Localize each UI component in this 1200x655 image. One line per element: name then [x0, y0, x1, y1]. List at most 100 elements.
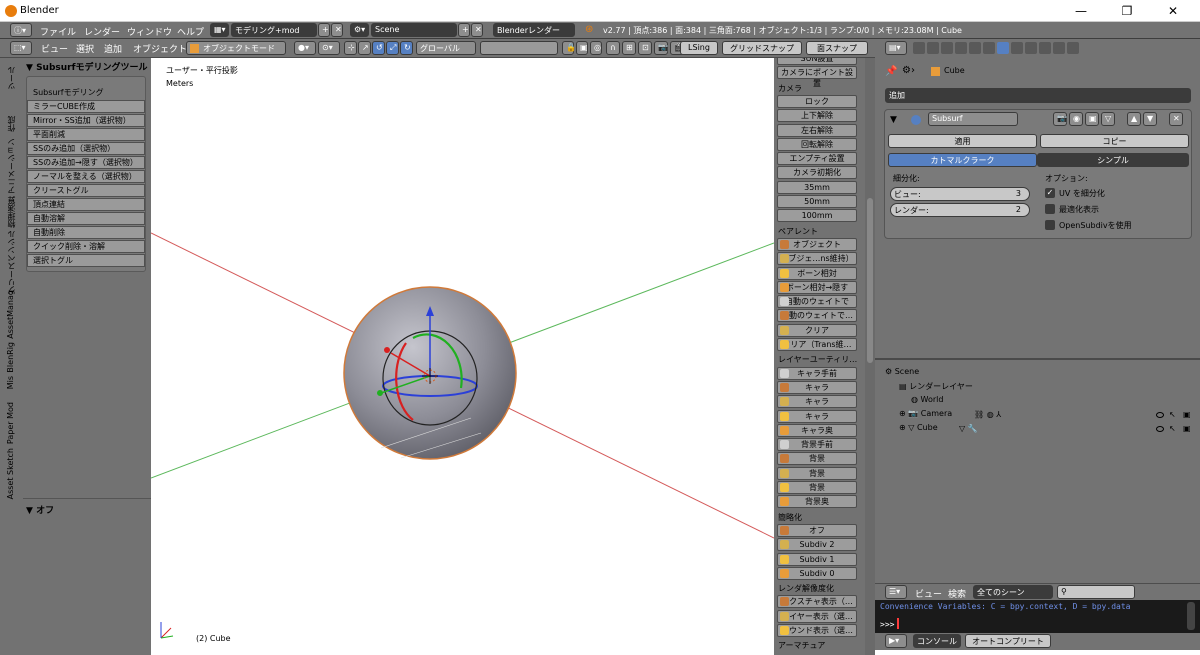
custom-tool-button[interactable]: 背景	[777, 481, 857, 494]
tool-button[interactable]: ミラーCUBE作成	[27, 100, 145, 113]
editor-type-outliner-icon[interactable]: ☰▾	[885, 585, 907, 599]
editor-type-properties-icon[interactable]: ▤▾	[885, 41, 907, 55]
grid-snap-button[interactable]: グリッドスナップ	[722, 41, 802, 55]
uv-subdivide-checkbox[interactable]: ✓	[1045, 188, 1055, 198]
3d-viewport[interactable]: ユーザー・平行投影 Meters (2) Cube	[151, 58, 774, 655]
editmode-toggle-icon[interactable]: ▣	[1085, 112, 1099, 126]
visibility-eye-icon[interactable]	[1156, 426, 1164, 432]
render-camera-icon[interactable]: ▣	[1183, 424, 1191, 433]
custom-tool-button[interactable]: カメラ初期化	[777, 166, 857, 180]
panel-scrollbar[interactable]	[865, 58, 875, 655]
python-console[interactable]: Convenience Variables: C = bpy.context, …	[875, 600, 1200, 633]
outliner-row-renderlayer[interactable]: ▤ レンダーレイヤー	[899, 381, 973, 395]
custom-tool-button[interactable]: 自動のウェイトで	[777, 295, 857, 309]
particles-tab-icon[interactable]	[1053, 42, 1065, 54]
editor-type-3dview-icon[interactable]: ⬚▾	[10, 41, 32, 55]
scrollbar-thumb[interactable]	[867, 198, 873, 363]
editor-type-info-icon[interactable]: ⓘ▾	[10, 23, 32, 37]
outliner-row-scene[interactable]: ⚙ Scene	[885, 367, 919, 381]
maximize-button[interactable]: ❐	[1104, 2, 1150, 20]
optimal-display-checkbox[interactable]	[1045, 204, 1055, 214]
custom-tool-button[interactable]: ワイヤー表示（選…	[777, 609, 857, 623]
tool-button[interactable]: クイック削除・溶解	[27, 240, 145, 253]
panel-section-header[interactable]: レイヤーユーティリ…	[778, 354, 857, 365]
custom-tool-button[interactable]: SUN設置	[777, 58, 857, 65]
panel-section-header[interactable]: カメラ	[778, 83, 802, 94]
custom-tool-button[interactable]: キャラ	[777, 409, 857, 423]
remove-modifier-icon[interactable]: ✕	[1169, 112, 1183, 126]
menu-file[interactable]: ファイル	[40, 25, 76, 38]
custom-tool-button[interactable]: 回転解除	[777, 137, 857, 151]
autocomplete-button[interactable]: オートコンプリート	[965, 634, 1051, 648]
tab-blenrig[interactable]: BlenRig	[6, 342, 15, 373]
remove-layout-icon[interactable]: ✕	[331, 23, 343, 37]
tool-button[interactable]: SSのみ追加（選択物）	[27, 142, 145, 155]
layout-name-field[interactable]: モデリング+mod	[231, 23, 317, 37]
modifier-collapse-icon[interactable]: ▼	[890, 115, 897, 125]
manipulator-extra-icon[interactable]: ↻	[400, 41, 413, 55]
custom-tool-button[interactable]: ロック	[777, 94, 857, 108]
menu-help[interactable]: ヘルプ	[177, 25, 204, 38]
outliner-menu-view[interactable]: ビュー	[915, 587, 942, 600]
mode-select[interactable]: オブジェクトモード	[186, 41, 286, 55]
outliner-row-cube[interactable]: ⊕ ▽ Cube	[899, 423, 938, 437]
viewport-shading-icon[interactable]: ●▾	[294, 41, 316, 55]
modifier-name-field[interactable]: Subsurf	[928, 112, 1018, 126]
custom-tool-button[interactable]: バウンド表示（選…	[777, 624, 857, 637]
custom-tool-button[interactable]: テクスチャ表示（…	[777, 595, 857, 609]
object-tab-icon[interactable]	[969, 42, 981, 54]
translate-manipulator-icon[interactable]: ↗	[358, 41, 371, 55]
custom-tool-button[interactable]: Subdiv 0	[777, 566, 857, 580]
custom-tool-button[interactable]: 35mm	[777, 180, 857, 194]
minimize-button[interactable]: —	[1058, 2, 1104, 20]
scene-tab-icon[interactable]	[941, 42, 953, 54]
outliner-row-camera[interactable]: ⊕ 📷 Camera	[899, 409, 952, 423]
material-tab-icon[interactable]	[1025, 42, 1037, 54]
custom-tool-button[interactable]: 背景	[777, 466, 857, 480]
select-arrow-icon[interactable]: ↖	[1169, 424, 1176, 433]
panel-section-header[interactable]: レンダ解像度化	[778, 583, 834, 594]
custom-tool-button[interactable]: エンプティ設置	[777, 152, 857, 166]
custom-tool-button[interactable]: オブジェクト	[777, 237, 857, 251]
tool-button[interactable]: 頂点連結	[27, 198, 145, 211]
menu-object[interactable]: オブジェクト	[133, 42, 187, 55]
custom-tool-button[interactable]: 左右解除	[777, 123, 857, 137]
add-scene-icon[interactable]: +	[458, 23, 470, 37]
remove-scene-icon[interactable]: ✕	[471, 23, 483, 37]
pivot-point-icon[interactable]: ⊙▾	[318, 41, 340, 55]
custom-tool-button[interactable]: 自動のウェイトで…	[777, 309, 857, 323]
tab-tools[interactable]: ツール	[6, 66, 17, 90]
tab-grease-pencil[interactable]: グリースペンシル	[6, 230, 17, 294]
custom-tool-button[interactable]: キャラ	[777, 380, 857, 394]
render-tab-icon[interactable]	[913, 42, 925, 54]
console-scrollbar[interactable]	[1187, 602, 1195, 630]
visibility-eye-icon[interactable]	[1156, 412, 1164, 418]
render-engine-select[interactable]: Blenderレンダー	[493, 23, 575, 37]
tool-button[interactable]: SSのみ追加→隠す（選択物）	[27, 156, 145, 169]
opensubdiv-checkbox[interactable]	[1045, 220, 1055, 230]
transform-orientation-select[interactable]: グローバル	[416, 41, 476, 55]
custom-tool-button[interactable]: 背景手前	[777, 438, 857, 452]
tab-assetmanag[interactable]: AssetManag	[6, 290, 15, 339]
menu-select[interactable]: 選択	[76, 42, 94, 55]
close-button[interactable]: ✕	[1150, 2, 1196, 20]
simple-button[interactable]: シンプル	[1037, 153, 1189, 167]
custom-tool-button[interactable]: キャラ奥	[777, 423, 857, 437]
cage-toggle-icon[interactable]: ▽	[1101, 112, 1115, 126]
tab-create[interactable]: 作成	[6, 116, 17, 132]
tool-button[interactable]: Mirror・SS追加（選択物）	[27, 114, 145, 127]
tab-paper-mod[interactable]: Paper Mod	[6, 402, 15, 444]
custom-tool-button[interactable]: 背景	[777, 452, 857, 466]
tool-button[interactable]: ノーマルを整える（選択物）	[27, 170, 145, 183]
tab-asset-sketch[interactable]: Asset Sketch	[6, 448, 15, 499]
texture-tab-icon[interactable]	[1039, 42, 1051, 54]
render-toggle-icon[interactable]: 📷	[1053, 112, 1067, 126]
editor-type-console-icon[interactable]: ▶▾	[885, 634, 907, 648]
screen-layout-icon[interactable]: ▦▾	[210, 23, 229, 37]
move-down-icon[interactable]: ▼	[1143, 112, 1157, 126]
face-snap-button[interactable]: 面スナップ	[806, 41, 868, 55]
apply-button[interactable]: 適用	[888, 134, 1037, 148]
pin-icon[interactable]: 📌	[885, 66, 897, 77]
tool-button[interactable]: 自動溶解	[27, 212, 145, 225]
tool-button[interactable]: クリーストグル	[27, 184, 145, 197]
